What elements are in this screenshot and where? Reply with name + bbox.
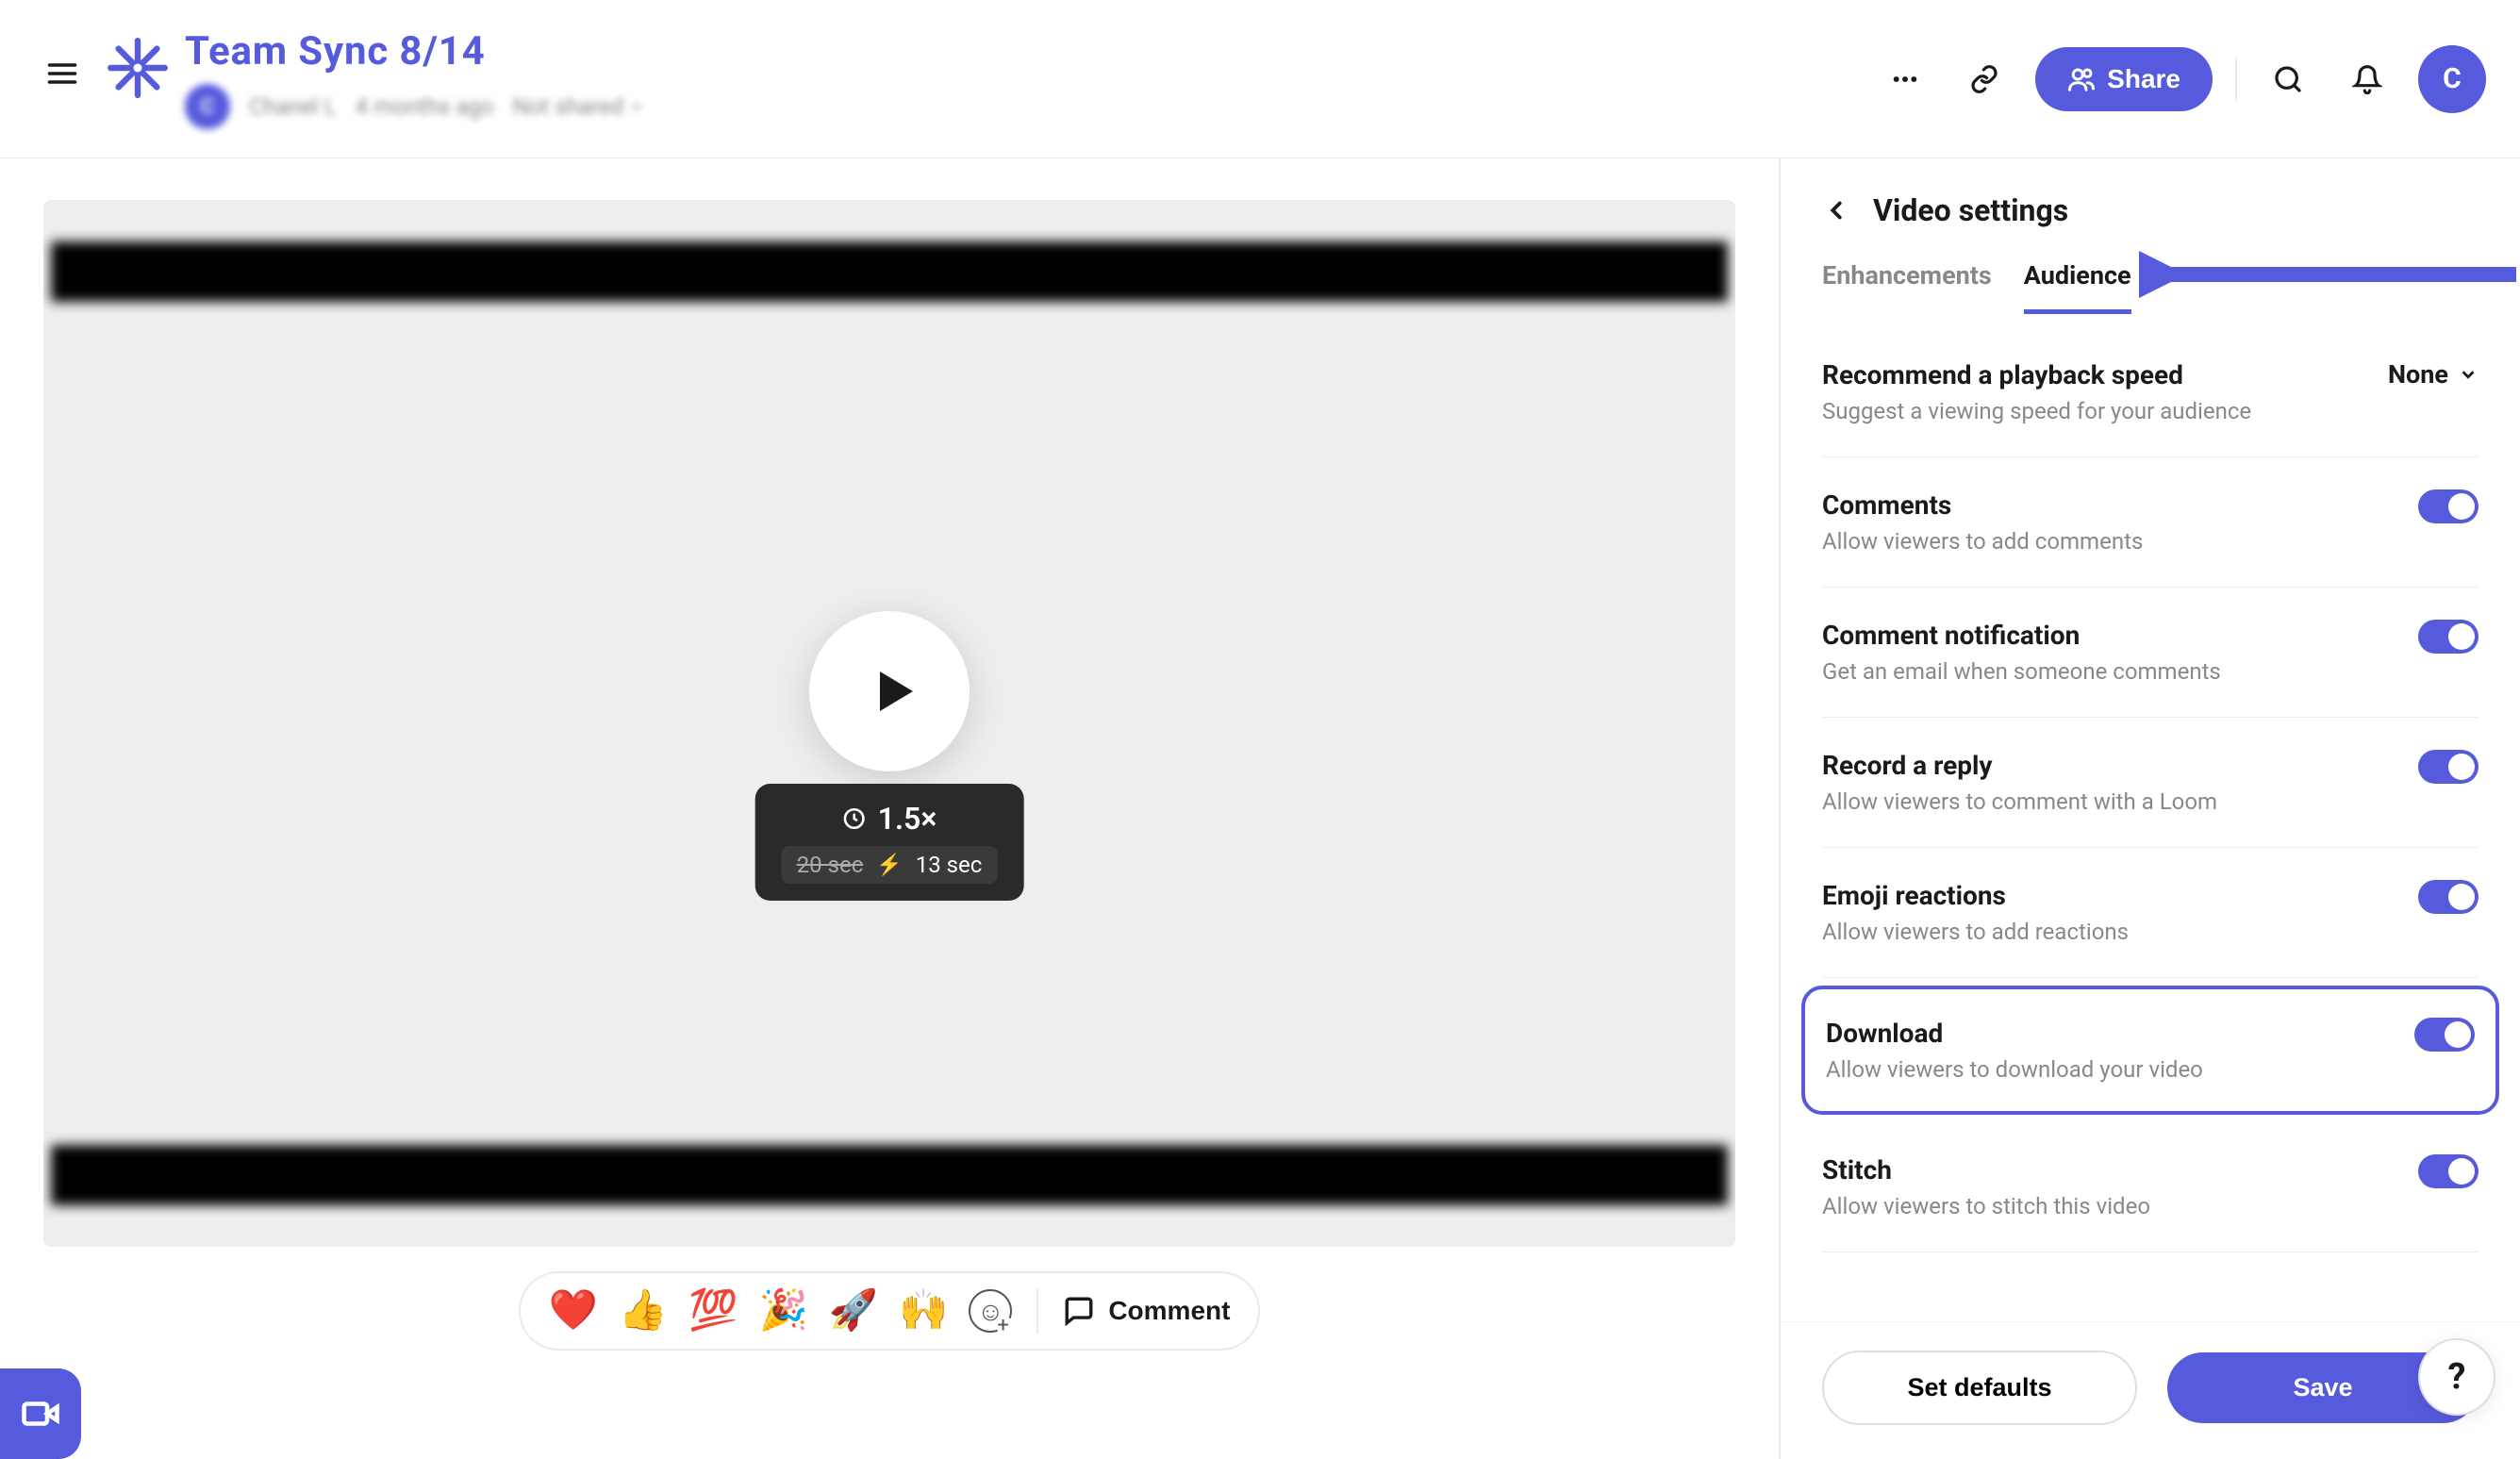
help-button[interactable]: ? <box>2418 1338 2495 1416</box>
setting-playback-speed: Recommend a playback speed Suggest a vie… <box>1822 333 2479 457</box>
setting-desc: Allow viewers to download your video <box>1826 1056 2203 1083</box>
toggle-download[interactable] <box>2414 1018 2475 1052</box>
comment-label: Comment <box>1108 1296 1230 1326</box>
setting-desc: Allow viewers to add reactions <box>1822 919 2129 945</box>
set-defaults-button[interactable]: Set defaults <box>1822 1351 2137 1425</box>
setting-desc: Suggest a viewing speed for your audienc… <box>1822 398 2251 424</box>
setting-desc: Allow viewers to add comments <box>1822 528 2143 555</box>
annotation-arrow <box>2139 249 2516 300</box>
select-value: None <box>2388 359 2448 390</box>
original-duration: 20 sec <box>797 852 864 878</box>
toggle-stitch[interactable] <box>2418 1154 2479 1188</box>
loom-logo-icon <box>108 38 168 98</box>
toggle-emoji-reactions[interactable] <box>2418 880 2479 914</box>
bolt-icon: ⚡ <box>876 854 902 877</box>
link-icon <box>1969 64 1999 94</box>
shared-label: Not shared <box>513 93 623 120</box>
setting-label: Stitch <box>1822 1154 2150 1185</box>
time-ago: 4 months ago <box>356 93 494 120</box>
setting-emoji-reactions: Emoji reactions Allow viewers to add rea… <box>1822 848 2479 978</box>
sidebar-title: Video settings <box>1873 192 2068 228</box>
tab-enhancements[interactable]: Enhancements <box>1822 260 1992 314</box>
hamburger-icon <box>45 57 79 91</box>
setting-desc: Get an email when someone comments <box>1822 658 2221 685</box>
emoji-100[interactable]: 💯 <box>688 1291 738 1331</box>
share-label: Share <box>2107 64 2180 94</box>
notifications-button[interactable] <box>2339 51 2396 108</box>
new-duration: 13 sec <box>916 852 983 878</box>
tab-audience[interactable]: Audience <box>2024 260 2131 314</box>
setting-desc: Allow viewers to comment with a Loom <box>1822 788 2217 815</box>
search-button[interactable] <box>2260 51 2316 108</box>
emoji-raised-hands[interactable]: 🙌 <box>899 1291 948 1331</box>
toggle-comments[interactable] <box>2418 489 2479 523</box>
toggle-comment-notification[interactable] <box>2418 620 2479 654</box>
people-icon <box>2067 65 2096 93</box>
emoji-thumbs-up[interactable]: 👍 <box>619 1291 668 1331</box>
playback-speed-select[interactable]: None <box>2388 359 2479 390</box>
clock-icon <box>842 806 867 831</box>
setting-comments: Comments Allow viewers to add comments <box>1822 457 2479 588</box>
video-player[interactable]: 1.5× 20 sec ⚡ 13 sec <box>43 200 1735 1247</box>
speed-tooltip: 1.5× 20 sec ⚡ 13 sec <box>755 784 1024 901</box>
more-options-button[interactable] <box>1877 51 1933 108</box>
video-settings-sidebar: Video settings Enhancements Audience Rec… <box>1779 158 2520 1459</box>
setting-record-reply: Record a reply Allow viewers to comment … <box>1822 718 2479 848</box>
chevron-down-icon <box>629 99 644 114</box>
chevron-down-icon <box>2458 364 2479 385</box>
search-icon <box>2273 64 2303 94</box>
setting-download: Download Allow viewers to download your … <box>1801 986 2499 1115</box>
emoji-reaction-bar: ❤️ 👍 💯 🎉 🚀 🙌 ☺ Comment <box>519 1271 1261 1351</box>
emoji-rocket[interactable]: 🚀 <box>829 1291 878 1331</box>
share-button[interactable]: Share <box>2035 47 2213 111</box>
bell-icon <box>2352 64 2382 94</box>
shared-status[interactable]: Not shared <box>513 93 644 120</box>
divider <box>2235 57 2237 102</box>
play-button[interactable] <box>809 611 970 771</box>
user-avatar[interactable]: C <box>2418 45 2486 113</box>
settings-list: Recommend a playback speed Suggest a vie… <box>1781 314 2520 1321</box>
video-title[interactable]: Team Sync 8/14 <box>185 28 644 75</box>
setting-label: Download <box>1826 1018 2203 1049</box>
emoji-heart[interactable]: ❤️ <box>549 1291 598 1331</box>
chevron-left-icon <box>1822 196 1850 224</box>
author-name: Chanel L <box>249 93 337 120</box>
emoji-party[interactable]: 🎉 <box>758 1291 807 1331</box>
setting-label: Recommend a playback speed <box>1822 359 2251 390</box>
setting-stitch: Stitch Allow viewers to stitch this vide… <box>1822 1122 2479 1252</box>
record-fab[interactable] <box>0 1368 81 1459</box>
setting-label: Comments <box>1822 489 2143 521</box>
add-emoji-button[interactable]: ☺ <box>969 1289 1012 1333</box>
setting-label: Emoji reactions <box>1822 880 2129 911</box>
more-horizontal-icon <box>1890 64 1920 94</box>
setting-label: Record a reply <box>1822 750 2217 781</box>
speed-value: 1.5× <box>878 801 937 837</box>
author-avatar[interactable]: C <box>185 84 230 129</box>
setting-desc: Allow viewers to stitch this video <box>1822 1193 2150 1219</box>
setting-comment-notification: Comment notification Get an email when s… <box>1822 588 2479 718</box>
divider <box>1036 1288 1038 1334</box>
video-main: 1.5× 20 sec ⚡ 13 sec ❤️ 👍 💯 🎉 🚀 🙌 <box>0 158 1779 1459</box>
app-logo[interactable] <box>108 38 168 98</box>
sidebar-footer: Set defaults Save <box>1781 1321 2520 1459</box>
video-camera-icon <box>21 1394 60 1434</box>
comment-button[interactable]: Comment <box>1063 1295 1230 1327</box>
hamburger-menu-button[interactable] <box>34 45 91 105</box>
comment-icon <box>1063 1295 1095 1327</box>
play-icon <box>867 665 920 718</box>
settings-tabs: Enhancements Audience <box>1781 241 2520 314</box>
video-meta: C Chanel L 4 months ago Not shared <box>185 84 644 129</box>
toggle-record-reply[interactable] <box>2418 750 2479 784</box>
header: Team Sync 8/14 C Chanel L 4 months ago N… <box>0 0 2520 158</box>
setting-label: Comment notification <box>1822 620 2221 651</box>
back-button[interactable] <box>1818 192 1854 228</box>
copy-link-button[interactable] <box>1956 51 2013 108</box>
